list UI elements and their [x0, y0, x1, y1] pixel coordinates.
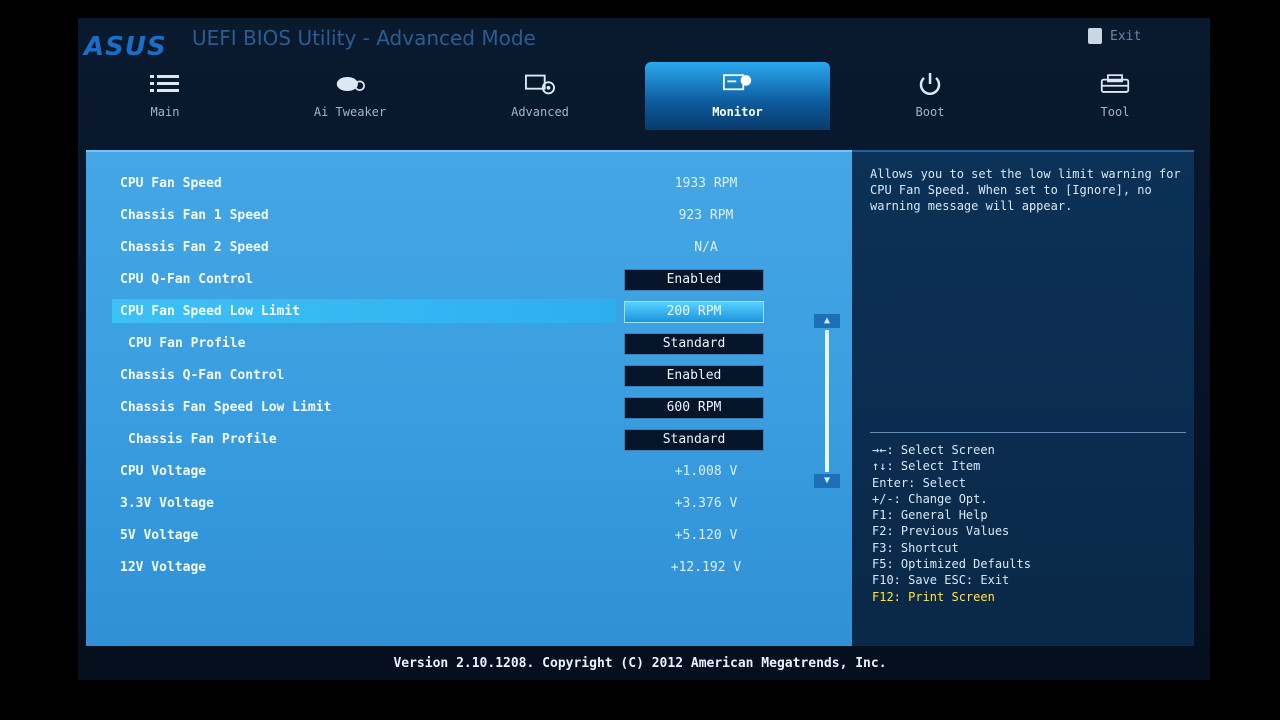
help-panel: Allows you to set the low limit warning …	[852, 150, 1194, 646]
setting-label: 3.3V Voltage	[120, 496, 214, 511]
scroll-track[interactable]	[825, 330, 829, 472]
key-hint: F3: Shortcut	[872, 540, 959, 555]
list-icon	[150, 73, 180, 95]
setting-row-chassis-fan-speed-low-limit[interactable]: Chassis Fan Speed Low Limit 600 RPM	[86, 394, 826, 424]
exit-button[interactable]: Exit	[1088, 28, 1141, 44]
option-button[interactable]: Enabled	[624, 269, 764, 291]
key-hint: →←: Select Screen	[872, 443, 995, 457]
key-hint: F5: Optimized Defaults	[872, 557, 1031, 572]
key-hint-print-screen: F12: Print Screen	[872, 589, 995, 604]
power-icon	[915, 73, 945, 95]
settings-panel: CPU Fan Speed 1933 RPM Chassis Fan 1 Spe…	[86, 150, 852, 646]
setting-row-cpu-q-fan-control[interactable]: CPU Q-Fan Control Enabled	[86, 266, 826, 296]
tab-boot[interactable]: Boot	[880, 62, 980, 130]
exit-label: Exit	[1110, 28, 1142, 44]
asus-logo: ASUS	[84, 32, 167, 62]
setting-label: CPU Fan Speed	[120, 176, 222, 191]
setting-label: CPU Voltage	[120, 464, 207, 479]
setting-label: CPU Q-Fan Control	[120, 272, 254, 287]
setting-row-3v3-voltage[interactable]: 3.3V Voltage +3.376 V	[86, 490, 826, 520]
setting-value: N/A	[694, 240, 718, 255]
tab-tool-label: Tool	[1100, 105, 1130, 119]
key-hint: +/-: Change Opt.	[872, 491, 988, 506]
setting-value: 1933 RPM	[674, 176, 738, 191]
setting-label: CPU Fan Speed Low Limit	[120, 304, 301, 319]
version-footer: Version 2.10.1208. Copyright (C) 2012 Am…	[393, 656, 887, 671]
tab-boot-label: Boot	[915, 105, 945, 119]
key-hint: F2: Previous Values	[872, 524, 1010, 539]
help-description: Allows you to set the low limit warning …	[870, 167, 1181, 213]
tab-advanced[interactable]: Advanced	[480, 62, 600, 130]
setting-label: Chassis Fan 2 Speed	[120, 240, 269, 255]
setting-label: Chassis Fan Speed Low Limit	[120, 400, 332, 415]
setting-row-cpu-voltage[interactable]: CPU Voltage +1.008 V	[86, 458, 826, 488]
tab-tool[interactable]: Tool	[1065, 62, 1165, 130]
setting-label: Chassis Fan Profile	[128, 432, 277, 447]
setting-row-cpu-fan-profile[interactable]: CPU Fan Profile Standard	[86, 330, 826, 360]
option-button[interactable]: 600 RPM	[624, 397, 764, 419]
scrollbar[interactable]: ▲ ▼	[814, 314, 840, 490]
tab-main[interactable]: Main	[110, 62, 220, 130]
setting-row-cpu-fan-speed-low-limit[interactable]: CPU Fan Speed Low Limit 200 RPM	[86, 298, 826, 328]
tab-advanced-label: Advanced	[511, 105, 569, 119]
option-button[interactable]: Standard	[624, 429, 764, 451]
option-button[interactable]: Standard	[624, 333, 764, 355]
setting-row-5v-voltage[interactable]: 5V Voltage +5.120 V	[86, 522, 826, 552]
setting-row-chassis-fan-2-speed[interactable]: Chassis Fan 2 Speed N/A	[86, 234, 826, 264]
setting-value: 923 RPM	[678, 208, 734, 223]
tab-monitor-label: Monitor	[712, 105, 763, 119]
tab-ai-tweaker-label: Ai Tweaker	[313, 105, 387, 119]
tab-ai-tweaker[interactable]: Ai Tweaker	[290, 62, 410, 130]
help-divider	[870, 432, 1186, 433]
key-hint: F1: General Help	[872, 508, 988, 523]
app-title: UEFI BIOS Utility - Advanced Mode	[192, 26, 536, 50]
key-legend: →←: Select Screen ↑↓: Select Item Enter:…	[872, 442, 1188, 605]
scroll-down-icon[interactable]: ▼	[814, 474, 840, 488]
setting-value: +3.376 V	[674, 496, 738, 511]
tweaker-icon	[335, 73, 365, 95]
key-hint: ↑↓: Select Item	[872, 459, 981, 474]
exit-icon	[1088, 28, 1102, 44]
setting-label: 12V Voltage	[120, 560, 207, 575]
setting-row-chassis-fan-1-speed[interactable]: Chassis Fan 1 Speed 923 RPM	[86, 202, 826, 232]
setting-row-chassis-fan-profile[interactable]: Chassis Fan Profile Standard	[86, 426, 826, 456]
setting-row-chassis-q-fan-control[interactable]: Chassis Q-Fan Control Enabled	[86, 362, 826, 392]
option-button[interactable]: 200 RPM	[624, 301, 764, 323]
monitor-icon	[722, 73, 753, 95]
option-button[interactable]: Enabled	[624, 365, 764, 387]
tab-main-label: Main	[150, 105, 180, 119]
setting-label: Chassis Q-Fan Control	[120, 368, 285, 383]
key-hint: F10: Save ESC: Exit	[872, 573, 1010, 588]
setting-value: +5.120 V	[674, 528, 738, 543]
tool-icon	[1100, 73, 1130, 95]
advanced-icon	[525, 73, 555, 95]
key-hint: Enter: Select	[872, 475, 966, 490]
setting-value: +1.008 V	[674, 464, 738, 479]
setting-label: CPU Fan Profile	[128, 336, 246, 351]
setting-label: Chassis Fan 1 Speed	[120, 208, 269, 223]
setting-label: 5V Voltage	[120, 528, 199, 543]
setting-row-12v-voltage[interactable]: 12V Voltage +12.192 V	[86, 554, 826, 584]
setting-value: +12.192 V	[670, 560, 742, 575]
tab-monitor[interactable]: Monitor	[645, 62, 830, 130]
setting-row-cpu-fan-speed[interactable]: CPU Fan Speed 1933 RPM	[86, 170, 826, 200]
scroll-up-icon[interactable]: ▲	[814, 314, 840, 328]
